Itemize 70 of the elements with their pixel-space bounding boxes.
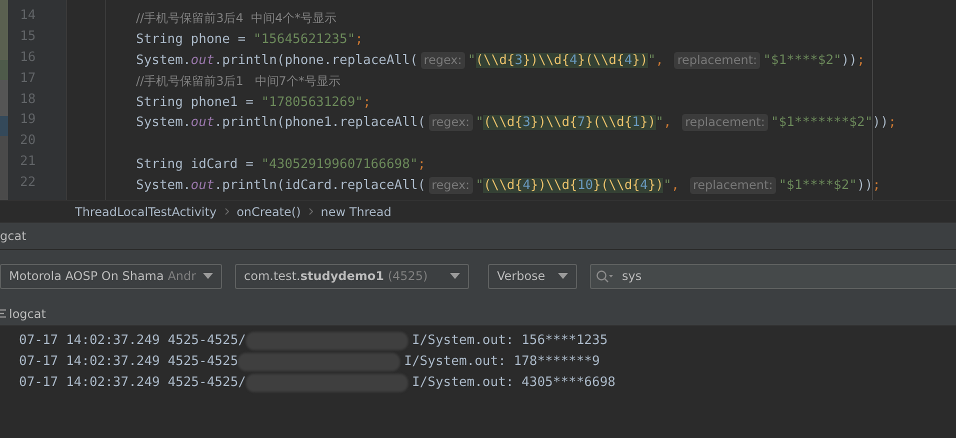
breadcrumb-item[interactable]: onCreate() (236, 204, 301, 218)
code-token: "$1****$2" (763, 52, 842, 68)
process-dropdown[interactable]: com.test.studydemo1 (4525) (235, 264, 469, 288)
code-token: ; (872, 178, 880, 194)
code-token: String phone = (136, 32, 247, 47)
caret-icon (558, 273, 568, 279)
regex-literal: (\\d{3})\\d{4}(\\d{4}) (476, 52, 648, 68)
regex-literal: (\\d{4})\\d{10}(\\d{4}) (483, 178, 664, 194)
code-token: "$1*******$2" (770, 115, 873, 130)
code-token: , (656, 52, 664, 68)
list-icon (0, 309, 6, 318)
code-token: String phone1 = (136, 94, 254, 110)
search-icon (596, 270, 614, 282)
code-token: System. (136, 52, 191, 68)
logcat-tab[interactable]: logcat (9, 306, 46, 320)
code-token: , (671, 178, 680, 194)
code-token: System. (136, 178, 191, 194)
search-field[interactable]: sys (590, 264, 956, 288)
code-token: )) (857, 178, 873, 194)
parameter-hint: regex: (428, 177, 473, 194)
caret-icon (203, 273, 213, 279)
search-input[interactable]: sys (620, 268, 920, 284)
code-token: " (476, 115, 484, 130)
panel-title: gcat (0, 229, 26, 243)
code-token: .println(phone1.replaceAll( (214, 115, 426, 130)
log-message: I/System.out: 156****1235 (412, 333, 608, 348)
code-token: .println(idCard.replaceAll( (214, 178, 426, 194)
code-comment: //手机号保留前3后1 中间7个*号显示 (136, 72, 340, 90)
code-token: )) (872, 115, 888, 130)
code-token: System. (136, 115, 191, 130)
code-token: ; (355, 32, 363, 47)
code-token: "$1****$2" (778, 178, 858, 194)
breadcrumb-item[interactable]: new Thread (320, 204, 392, 218)
caret-icon (450, 273, 460, 279)
parameter-hint: regex: (428, 114, 473, 132)
code-token: "430529199607166698" (261, 157, 418, 172)
code-token: out (190, 115, 214, 130)
code-token: " (476, 178, 484, 194)
code-token: " (663, 178, 672, 194)
log-level-dropdown[interactable]: Verbose (488, 264, 577, 288)
parameter-hint: replacement: (690, 177, 776, 194)
code-token: " (648, 52, 656, 68)
code-token: .println(phone.replaceAll( (214, 52, 418, 68)
device-dropdown[interactable]: Motorola AOSP On Shama Andr (0, 264, 222, 288)
log-prefix: 07-17 14:02:37.249 4525-4525/ (19, 375, 246, 390)
parameter-hint: regex: (420, 52, 465, 69)
breadcrumb-item[interactable]: ThreadLocalTestActivity (75, 204, 217, 218)
chevron-icon (308, 208, 313, 215)
log-prefix: 07-17 14:02:37.249 4525-4525 (19, 354, 238, 369)
code-token: String idCard = (136, 157, 254, 172)
code-token: ; (418, 157, 426, 172)
log-prefix: 07-17 14:02:37.249 4525-4525/ (19, 333, 246, 348)
code-comment: //手机号保留前3后4 中间4个*号显示 (136, 10, 337, 27)
code-token: , (663, 115, 672, 130)
code-token: " (656, 115, 664, 130)
code-token: " (468, 52, 476, 68)
log-message: I/System.out: 178*******9 (404, 354, 600, 369)
code-token: ; (362, 94, 371, 110)
chevron-icon (224, 208, 229, 215)
log-message: I/System.out: 4305****6698 (412, 375, 616, 390)
code-token: ; (888, 115, 896, 130)
code-token: out (190, 178, 214, 194)
code-token: "17805631269" (261, 94, 363, 110)
code-token: )) (841, 52, 858, 68)
regex-literal: (\\d{3})\\d{7}(\\d{1}) (483, 115, 656, 130)
parameter-hint: replacement: (682, 114, 768, 132)
code-token: out (190, 52, 214, 68)
parameter-hint: replacement: (674, 52, 760, 69)
code-token: ; (857, 52, 865, 68)
code-token: "15645621235" (253, 32, 356, 47)
